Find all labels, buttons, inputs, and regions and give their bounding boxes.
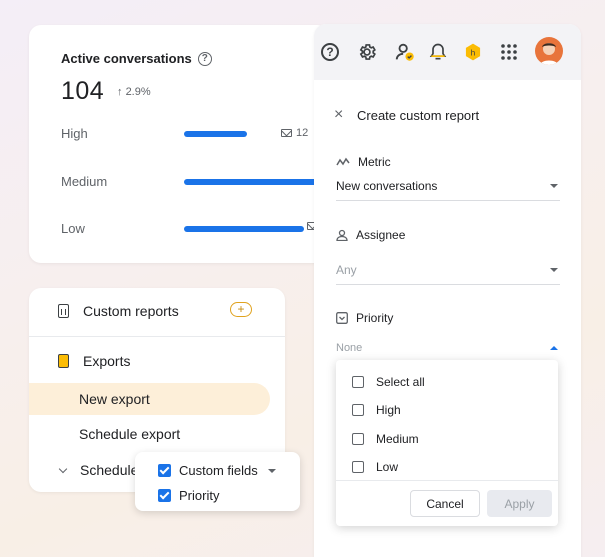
panel-title: Create custom report [357,108,480,123]
custom-fields-option[interactable]: Custom fields [158,463,276,478]
active-conversations-title: Active conversations ? [61,51,212,66]
active-conversations-count: 104 [61,77,105,105]
assignee-label: Assignee [336,228,405,242]
checkbox[interactable] [352,433,364,445]
option-medium[interactable]: Medium [352,432,419,446]
avatar[interactable] [535,37,563,65]
arrow-up-icon: ↑ [117,86,123,98]
row-label-high: High [61,126,88,141]
checkbox[interactable] [352,461,364,473]
active-conversations-card: Active conversations ? 104 ↑ 2.9% High 1… [29,25,329,263]
option-high[interactable]: High [352,403,401,417]
priority-label: Priority [336,311,393,325]
option-low[interactable]: Low [352,460,398,474]
checkbox-checked[interactable] [158,489,171,502]
nav-schedule-export[interactable]: Schedule export [29,418,180,450]
bar-medium [184,179,329,185]
close-icon[interactable]: × [334,107,343,123]
metric-select[interactable]: New conversations [336,179,560,201]
count-high: 12 [281,127,308,139]
bar-low [184,226,304,232]
priority-dropdown-menu: Select all High Medium Low Cancel Apply [336,360,558,526]
apply-button[interactable]: Apply [487,490,552,517]
caret-down-icon [550,184,558,188]
metric-label: Metric [336,155,391,169]
gear-icon[interactable] [356,41,378,63]
chevron-down-icon [58,464,68,474]
option-select-all[interactable]: Select all [352,375,425,389]
svg-text:h: h [471,47,476,57]
checkbox[interactable] [352,404,364,416]
report-icon [58,304,69,318]
row-label-medium: Medium [61,174,108,189]
nav-custom-reports[interactable]: Custom reports + [29,302,285,320]
priority-box-icon [336,312,348,324]
checkbox-checked[interactable] [158,464,171,477]
trend-line-icon [336,157,350,166]
caret-up-icon [550,346,558,350]
help-icon[interactable]: ? [319,41,341,63]
nav-new-export[interactable]: New export [29,383,270,415]
bar-high [184,131,247,137]
divider [336,480,558,481]
divider [29,336,285,337]
person-icon [336,229,348,241]
apps-grid-icon[interactable] [498,41,520,63]
hex-badge-icon[interactable]: h [462,41,484,63]
custom-fields-popup: Custom fields Priority [135,452,300,511]
cancel-button[interactable]: Cancel [410,490,480,517]
row-label-low: Low [61,221,85,236]
add-report-button[interactable]: + [230,302,252,317]
priority-option[interactable]: Priority [158,488,219,503]
mail-icon [281,129,292,137]
top-toolbar: ? h [314,24,581,80]
bell-icon[interactable] [427,41,449,63]
nav-scheduled[interactable]: Schedule [29,454,138,486]
checkbox[interactable] [352,376,364,388]
caret-down-icon [550,268,558,272]
priority-select[interactable]: None [336,342,560,361]
user-check-icon[interactable] [394,41,416,63]
help-icon[interactable]: ? [197,51,212,66]
export-icon [58,354,69,368]
caret-down-icon[interactable] [267,468,276,473]
trend-indicator: ↑ 2.9% [117,86,151,98]
nav-exports[interactable]: Exports [29,352,285,370]
assignee-select[interactable]: Any [336,263,560,285]
